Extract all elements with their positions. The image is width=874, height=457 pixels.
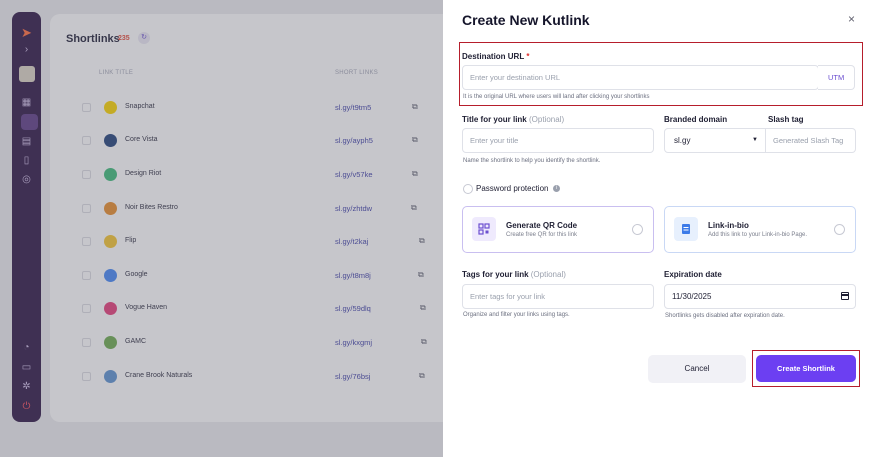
chevron-down-icon: ▼	[752, 137, 758, 143]
qr-card-subtitle: Create free QR for this link	[506, 232, 578, 238]
expiration-hint: Shortlinks gets disabled after expiratio…	[665, 313, 785, 319]
branded-domain-label: Branded domain	[664, 115, 728, 124]
qr-card-title: Generate QR Code	[506, 221, 578, 230]
bio-card-subtitle: Add this link to your Link-in-bio Page.	[708, 232, 808, 238]
calendar-icon[interactable]	[841, 292, 849, 300]
bio-card-radio[interactable]	[834, 224, 845, 235]
password-protection-radio[interactable]	[463, 184, 473, 194]
document-icon	[674, 217, 698, 241]
destination-label: Destination URL *	[462, 52, 529, 61]
title-input[interactable]: Enter your title	[462, 128, 654, 153]
expiration-date-input[interactable]: 11/30/2025	[664, 284, 856, 309]
branded-domain-select[interactable]: sl.gy ▼	[664, 128, 766, 153]
destination-hint: It is the original URL where users will …	[463, 94, 650, 100]
tags-optional: (Optional)	[530, 270, 566, 279]
cancel-button[interactable]: Cancel	[648, 355, 746, 383]
link-in-bio-card[interactable]: Link-in-bio Add this link to your Link-i…	[664, 206, 856, 253]
utm-label: UTM	[828, 73, 845, 82]
close-icon[interactable]: ×	[848, 12, 855, 26]
info-icon[interactable]: i	[553, 185, 560, 192]
bio-card-title: Link-in-bio	[708, 221, 749, 230]
slash-tag-label: Slash tag	[768, 115, 804, 124]
title-optional: (Optional)	[528, 115, 565, 124]
title-field-label: Title for your link (Optional)	[462, 115, 564, 124]
destination-url-input[interactable]: Enter your destination URL	[462, 65, 819, 90]
password-protection-label: Password protection	[476, 184, 549, 193]
qr-code-card[interactable]: Generate QR Code Create free QR for this…	[462, 206, 654, 253]
title-hint: Name the shortlink to help you identify …	[463, 158, 601, 164]
create-kutlink-drawer: Create New Kutlink × Destination URL * E…	[443, 0, 874, 457]
branded-domain-value: sl.gy	[674, 136, 691, 145]
tags-label-text: Tags for your link	[462, 270, 529, 279]
destination-label-text: Destination URL	[462, 52, 525, 61]
tags-hint: Organize and filter your links using tag…	[463, 312, 570, 318]
slash-tag-input[interactable]: Generated Slash Tag	[766, 128, 856, 153]
qr-code-icon	[472, 217, 496, 241]
title-field-label-text: Title for your link	[462, 115, 527, 124]
expiration-date-value: 11/30/2025	[672, 292, 712, 301]
modal-overlay[interactable]	[0, 0, 443, 457]
create-shortlink-button[interactable]: Create Shortlink	[756, 355, 856, 382]
drawer-title: Create New Kutlink	[462, 12, 590, 28]
qr-card-radio[interactable]	[632, 224, 643, 235]
required-mark: *	[526, 52, 530, 61]
expiration-label: Expiration date	[664, 270, 722, 279]
tags-input[interactable]: Enter tags for your link	[462, 284, 654, 309]
tags-label: Tags for your link (Optional)	[462, 270, 566, 279]
